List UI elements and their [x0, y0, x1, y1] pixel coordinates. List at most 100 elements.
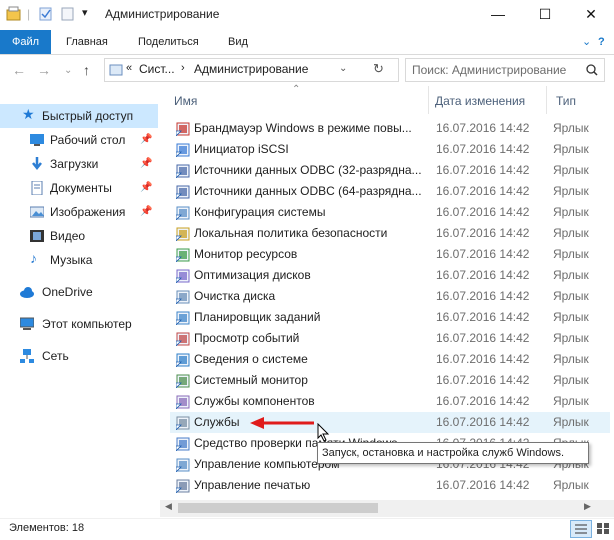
file-row[interactable]: Системный монитор 16.07.2016 14:42 Ярлык — [170, 370, 610, 391]
scrollbar-thumb[interactable] — [178, 503, 378, 513]
file-row[interactable]: Монитор ресурсов 16.07.2016 14:42 Ярлык — [170, 244, 610, 265]
nav-network[interactable]: Сеть — [0, 344, 158, 368]
search-input[interactable]: Поиск: Администрирование — [405, 58, 605, 82]
column-type[interactable]: Тип — [556, 94, 576, 108]
ribbon-expand-icon[interactable]: ⌄ — [582, 30, 591, 54]
back-icon[interactable]: ← — [12, 62, 26, 78]
properties-icon[interactable] — [38, 6, 54, 22]
shortcut-icon — [176, 164, 190, 178]
tab-home[interactable]: Главная — [66, 30, 108, 54]
nav-quick-access[interactable]: ★ Быстрый доступ — [0, 104, 158, 128]
explorer-icon[interactable] — [6, 6, 22, 22]
file-type: Ярлык — [553, 373, 589, 387]
recent-dropdown-icon[interactable]: ⌄ — [64, 65, 72, 76]
file-row[interactable]: Брандмауэр Windows в режиме повы... 16.07… — [170, 118, 610, 139]
file-row[interactable]: Источники данных ODBC (32-разрядна... 16.… — [170, 160, 610, 181]
video-icon — [30, 230, 44, 242]
new-folder-icon[interactable] — [60, 6, 76, 22]
tab-view[interactable]: Вид — [228, 30, 248, 54]
nav-this-pc[interactable]: Этот компьютер — [0, 312, 158, 336]
navigation-pane: ★ Быстрый доступ Рабочий стол 📌 Загрузки… — [0, 90, 158, 510]
search-icon[interactable] — [586, 64, 598, 76]
nav-video[interactable]: Видео — [0, 224, 158, 248]
scroll-left-icon[interactable]: ◀ — [165, 501, 172, 512]
file-row[interactable]: Конфигурация системы 16.07.2016 14:42 Ярлы… — [170, 202, 610, 223]
file-type: Ярлык — [553, 142, 589, 156]
file-type: Ярлык — [553, 394, 589, 408]
maximize-button[interactable]: ☐ — [522, 0, 568, 30]
file-row[interactable]: Службы 16.07.2016 14:42 Ярлык — [170, 412, 610, 433]
file-row[interactable]: Очистка диска 16.07.2016 14:42 Ярлык — [170, 286, 610, 307]
documents-icon — [31, 181, 43, 195]
shortcut-icon — [176, 353, 190, 367]
file-type: Ярлык — [553, 121, 589, 135]
file-row[interactable]: Просмотр событий 16.07.2016 14:42 Ярлык — [170, 328, 610, 349]
nav-onedrive[interactable]: OneDrive — [0, 280, 158, 304]
control-panel-icon — [109, 64, 123, 76]
forward-icon[interactable]: → — [37, 62, 51, 78]
file-date: 16.07.2016 14:42 — [436, 352, 530, 366]
file-row[interactable]: Управление печатью 16.07.2016 14:42 Ярлык — [170, 475, 610, 496]
network-icon — [20, 349, 34, 363]
minimize-icon: — — [491, 6, 505, 22]
tab-share[interactable]: Поделиться — [138, 30, 199, 54]
help-icon[interactable]: ? — [598, 30, 605, 54]
pin-icon[interactable]: 📌 — [140, 176, 152, 200]
breadcrumb-system[interactable]: Сист... — [139, 62, 175, 76]
breadcrumb-overflow[interactable]: « — [126, 62, 132, 74]
address-row: ← → ⌄ ↑ « Сист... › Администрирование ⌄ … — [0, 55, 614, 85]
address-bar[interactable]: « Сист... › Администрирование ⌄ ↻ — [104, 58, 399, 82]
nav-label: Изображения — [50, 205, 126, 219]
breadcrumb-separator-icon[interactable]: › — [181, 62, 185, 74]
nav-documents[interactable]: Документы 📌 — [0, 176, 158, 200]
file-date: 16.07.2016 14:42 — [436, 247, 530, 261]
shortcut-icon — [176, 143, 190, 157]
column-header: ⌃ Имя Дата изменения Тип — [160, 84, 614, 114]
file-date: 16.07.2016 14:42 — [436, 478, 530, 492]
minimize-button[interactable]: — — [475, 0, 521, 30]
large-icons-view-button[interactable] — [594, 520, 612, 536]
shortcut-icon — [176, 311, 190, 325]
file-row[interactable]: Планировщик заданий 16.07.2016 14:42 Ярлык — [170, 307, 610, 328]
pin-icon[interactable]: 📌 — [140, 200, 152, 224]
breadcrumb-current[interactable]: Администрирование — [194, 62, 308, 76]
quick-access-dropdown-icon[interactable]: ▾ — [82, 6, 88, 19]
nav-label: Видео — [50, 229, 86, 243]
details-view-button[interactable] — [570, 520, 592, 538]
pin-icon[interactable]: 📌 — [140, 128, 152, 152]
up-icon[interactable]: ↑ — [83, 62, 90, 78]
file-date: 16.07.2016 14:42 — [436, 373, 530, 387]
nav-pictures[interactable]: Изображения 📌 — [0, 200, 158, 224]
file-date: 16.07.2016 14:42 — [436, 205, 530, 219]
column-divider[interactable] — [428, 86, 429, 114]
scroll-right-icon[interactable]: ▶ — [584, 501, 591, 512]
file-row[interactable]: Источники данных ODBC (64-разрядна... 16.… — [170, 181, 610, 202]
file-type: Ярлык — [553, 415, 589, 429]
item-count: Элементов: 18 — [9, 522, 85, 534]
horizontal-scrollbar[interactable]: ◀ ▶ — [160, 500, 614, 517]
address-dropdown-icon[interactable]: ⌄ — [339, 63, 347, 74]
file-row[interactable]: Локальная политика безопасности 16.07.201… — [170, 223, 610, 244]
pin-icon[interactable]: 📌 — [140, 152, 152, 176]
file-row[interactable]: Инициатор iSCSI 16.07.2016 14:42 Ярлык — [170, 139, 610, 160]
column-name[interactable]: Имя — [174, 94, 197, 108]
close-icon: ✕ — [585, 6, 597, 22]
pictures-icon — [30, 206, 44, 218]
file-name: Источники данных ODBC (32-разрядна... — [194, 163, 422, 177]
tooltip-text: Запуск, остановка и настройка служб Wind… — [322, 447, 565, 459]
shortcut-icon — [176, 437, 190, 451]
sort-up-icon: ⌃ — [292, 84, 301, 95]
file-row[interactable]: Службы компонентов 16.07.2016 14:42 Ярлык — [170, 391, 610, 412]
nav-downloads[interactable]: Загрузки 📌 — [0, 152, 158, 176]
close-button[interactable]: ✕ — [568, 0, 614, 30]
column-date[interactable]: Дата изменения — [435, 94, 525, 108]
file-type: Ярлык — [553, 331, 589, 345]
column-divider[interactable] — [546, 86, 547, 114]
refresh-icon[interactable]: ↻ — [373, 61, 384, 77]
tab-file[interactable]: Файл — [0, 30, 51, 54]
nav-desktop[interactable]: Рабочий стол 📌 — [0, 128, 158, 152]
file-row[interactable]: Оптимизация дисков 16.07.2016 14:42 Ярлык — [170, 265, 610, 286]
file-row[interactable]: Сведения о системе 16.07.2016 14:42 Ярлык — [170, 349, 610, 370]
nav-music[interactable]: ♪ Музыка — [0, 248, 158, 272]
file-type: Ярлык — [553, 478, 589, 492]
